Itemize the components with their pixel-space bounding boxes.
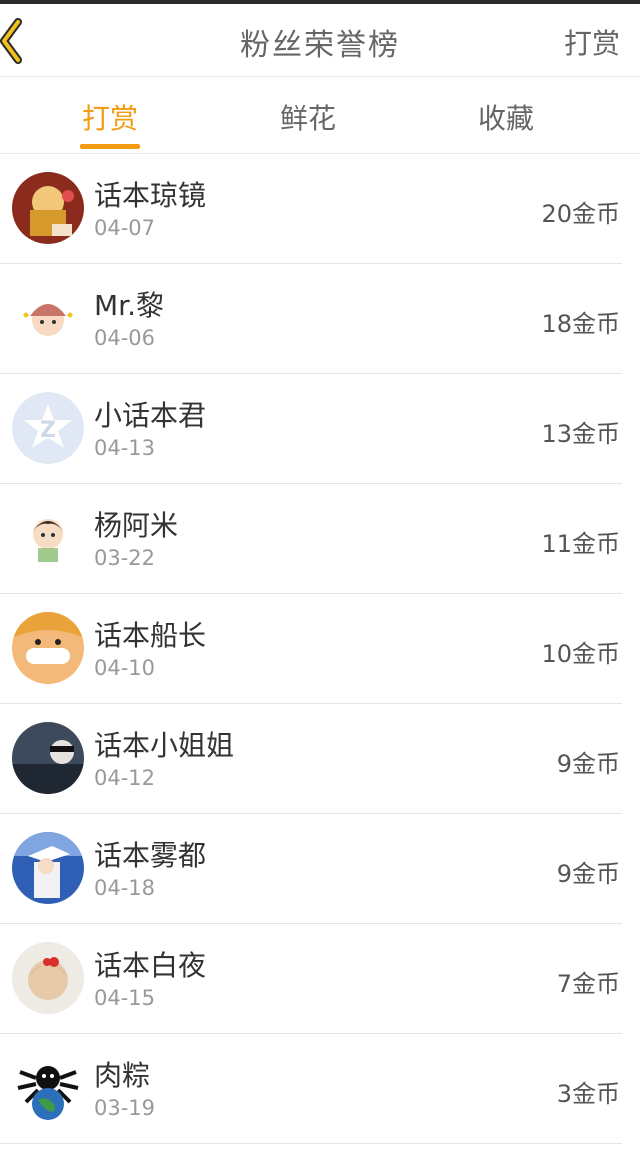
anime-avatar-icon: [12, 832, 84, 904]
tab-label: 打赏: [81, 102, 138, 135]
fan-date: 03-22: [94, 546, 156, 570]
reward-amount: 9金币: [556, 750, 620, 778]
tab-bar: 打赏 鲜花 收藏: [0, 77, 640, 154]
avatar: [12, 832, 84, 904]
tab-label: 收藏: [477, 102, 534, 135]
tab-favorites[interactable]: 收藏: [406, 77, 606, 153]
fan-name: 杨阿米: [94, 509, 179, 542]
tab-flowers[interactable]: 鲜花: [208, 77, 408, 153]
fan-date: 04-06: [94, 326, 156, 350]
list-item[interactable]: 肉粽 03-19 3金币: [0, 1034, 622, 1144]
fan-name: 话本雾都: [94, 839, 207, 872]
nav-bar: 粉丝荣誉榜 打赏: [0, 4, 640, 77]
cartoon-avatar-icon: [12, 172, 84, 244]
list-item[interactable]: 话本小姐姐 04-12 9金币: [0, 704, 622, 814]
avatar: [12, 942, 84, 1014]
avatar: [12, 502, 84, 574]
avatar: [12, 282, 84, 354]
globe-avatar-icon: [12, 1052, 84, 1124]
reward-amount: 20金币: [541, 200, 620, 228]
list-item[interactable]: 杨阿米 03-22 11金币: [0, 484, 622, 594]
fan-name: 小话本君: [94, 399, 207, 432]
list-item[interactable]: 话本船长 04-10 10金币: [0, 594, 622, 704]
list-item[interactable]: Mr.黎 04-06 18金币: [0, 264, 622, 374]
svg-text:Z: Z: [40, 418, 56, 443]
avatar: [12, 172, 84, 244]
fan-date: 04-13: [94, 436, 156, 460]
reward-amount: 3金币: [556, 1080, 620, 1108]
tab-label: 鲜花: [279, 102, 336, 135]
fan-date: 04-07: [94, 216, 156, 240]
fan-date: 03-19: [94, 1096, 156, 1120]
fan-name: Mr.黎: [94, 289, 165, 322]
list-item[interactable]: 话本雾都 04-18 9金币: [0, 814, 622, 924]
list-item[interactable]: 话本白夜 04-15 7金币: [0, 924, 622, 1034]
reward-amount: 9金币: [556, 860, 620, 888]
reward-amount: 10金币: [541, 640, 620, 668]
reward-amount: 7金币: [556, 970, 620, 998]
boy-avatar-icon: [12, 502, 84, 574]
default-avatar-icon: Z: [12, 392, 84, 464]
girl-avatar-icon: [12, 282, 84, 354]
reward-amount: 11金币: [541, 530, 620, 558]
fan-date: 04-12: [94, 766, 156, 790]
pirate-avatar-icon: [12, 612, 84, 684]
avatar: [12, 722, 84, 794]
page-title: 粉丝荣誉榜: [240, 28, 400, 63]
fan-date: 04-15: [94, 986, 156, 1010]
reward-amount: 18金币: [541, 310, 620, 338]
list-item[interactable]: 话本琼镜 04-07 20金币: [0, 154, 622, 264]
list-item[interactable]: Z 小话本君 04-13 13金币: [0, 374, 622, 484]
tab-reward[interactable]: 打赏: [10, 77, 210, 153]
photo-avatar-icon: [12, 722, 84, 794]
fan-list: 话本琼镜 04-07 20金币 Mr.黎 04-06 18金币 Z 小话本君 0…: [0, 154, 640, 1144]
fan-name: 话本琼镜: [94, 179, 207, 212]
avatar: [12, 1052, 84, 1124]
fan-date: 04-18: [94, 876, 156, 900]
fan-name: 肉粽: [94, 1059, 151, 1092]
reward-button[interactable]: 打赏: [564, 22, 620, 62]
fan-name: 话本小姐姐: [94, 729, 235, 762]
fan-name: 话本船长: [94, 619, 207, 652]
avatar: [12, 612, 84, 684]
avatar: Z: [12, 392, 84, 464]
active-tab-indicator: [80, 144, 140, 149]
doll-avatar-icon: [12, 942, 84, 1014]
reward-amount: 13金币: [541, 420, 620, 448]
fan-name: 话本白夜: [94, 949, 207, 982]
fan-date: 04-10: [94, 656, 156, 680]
